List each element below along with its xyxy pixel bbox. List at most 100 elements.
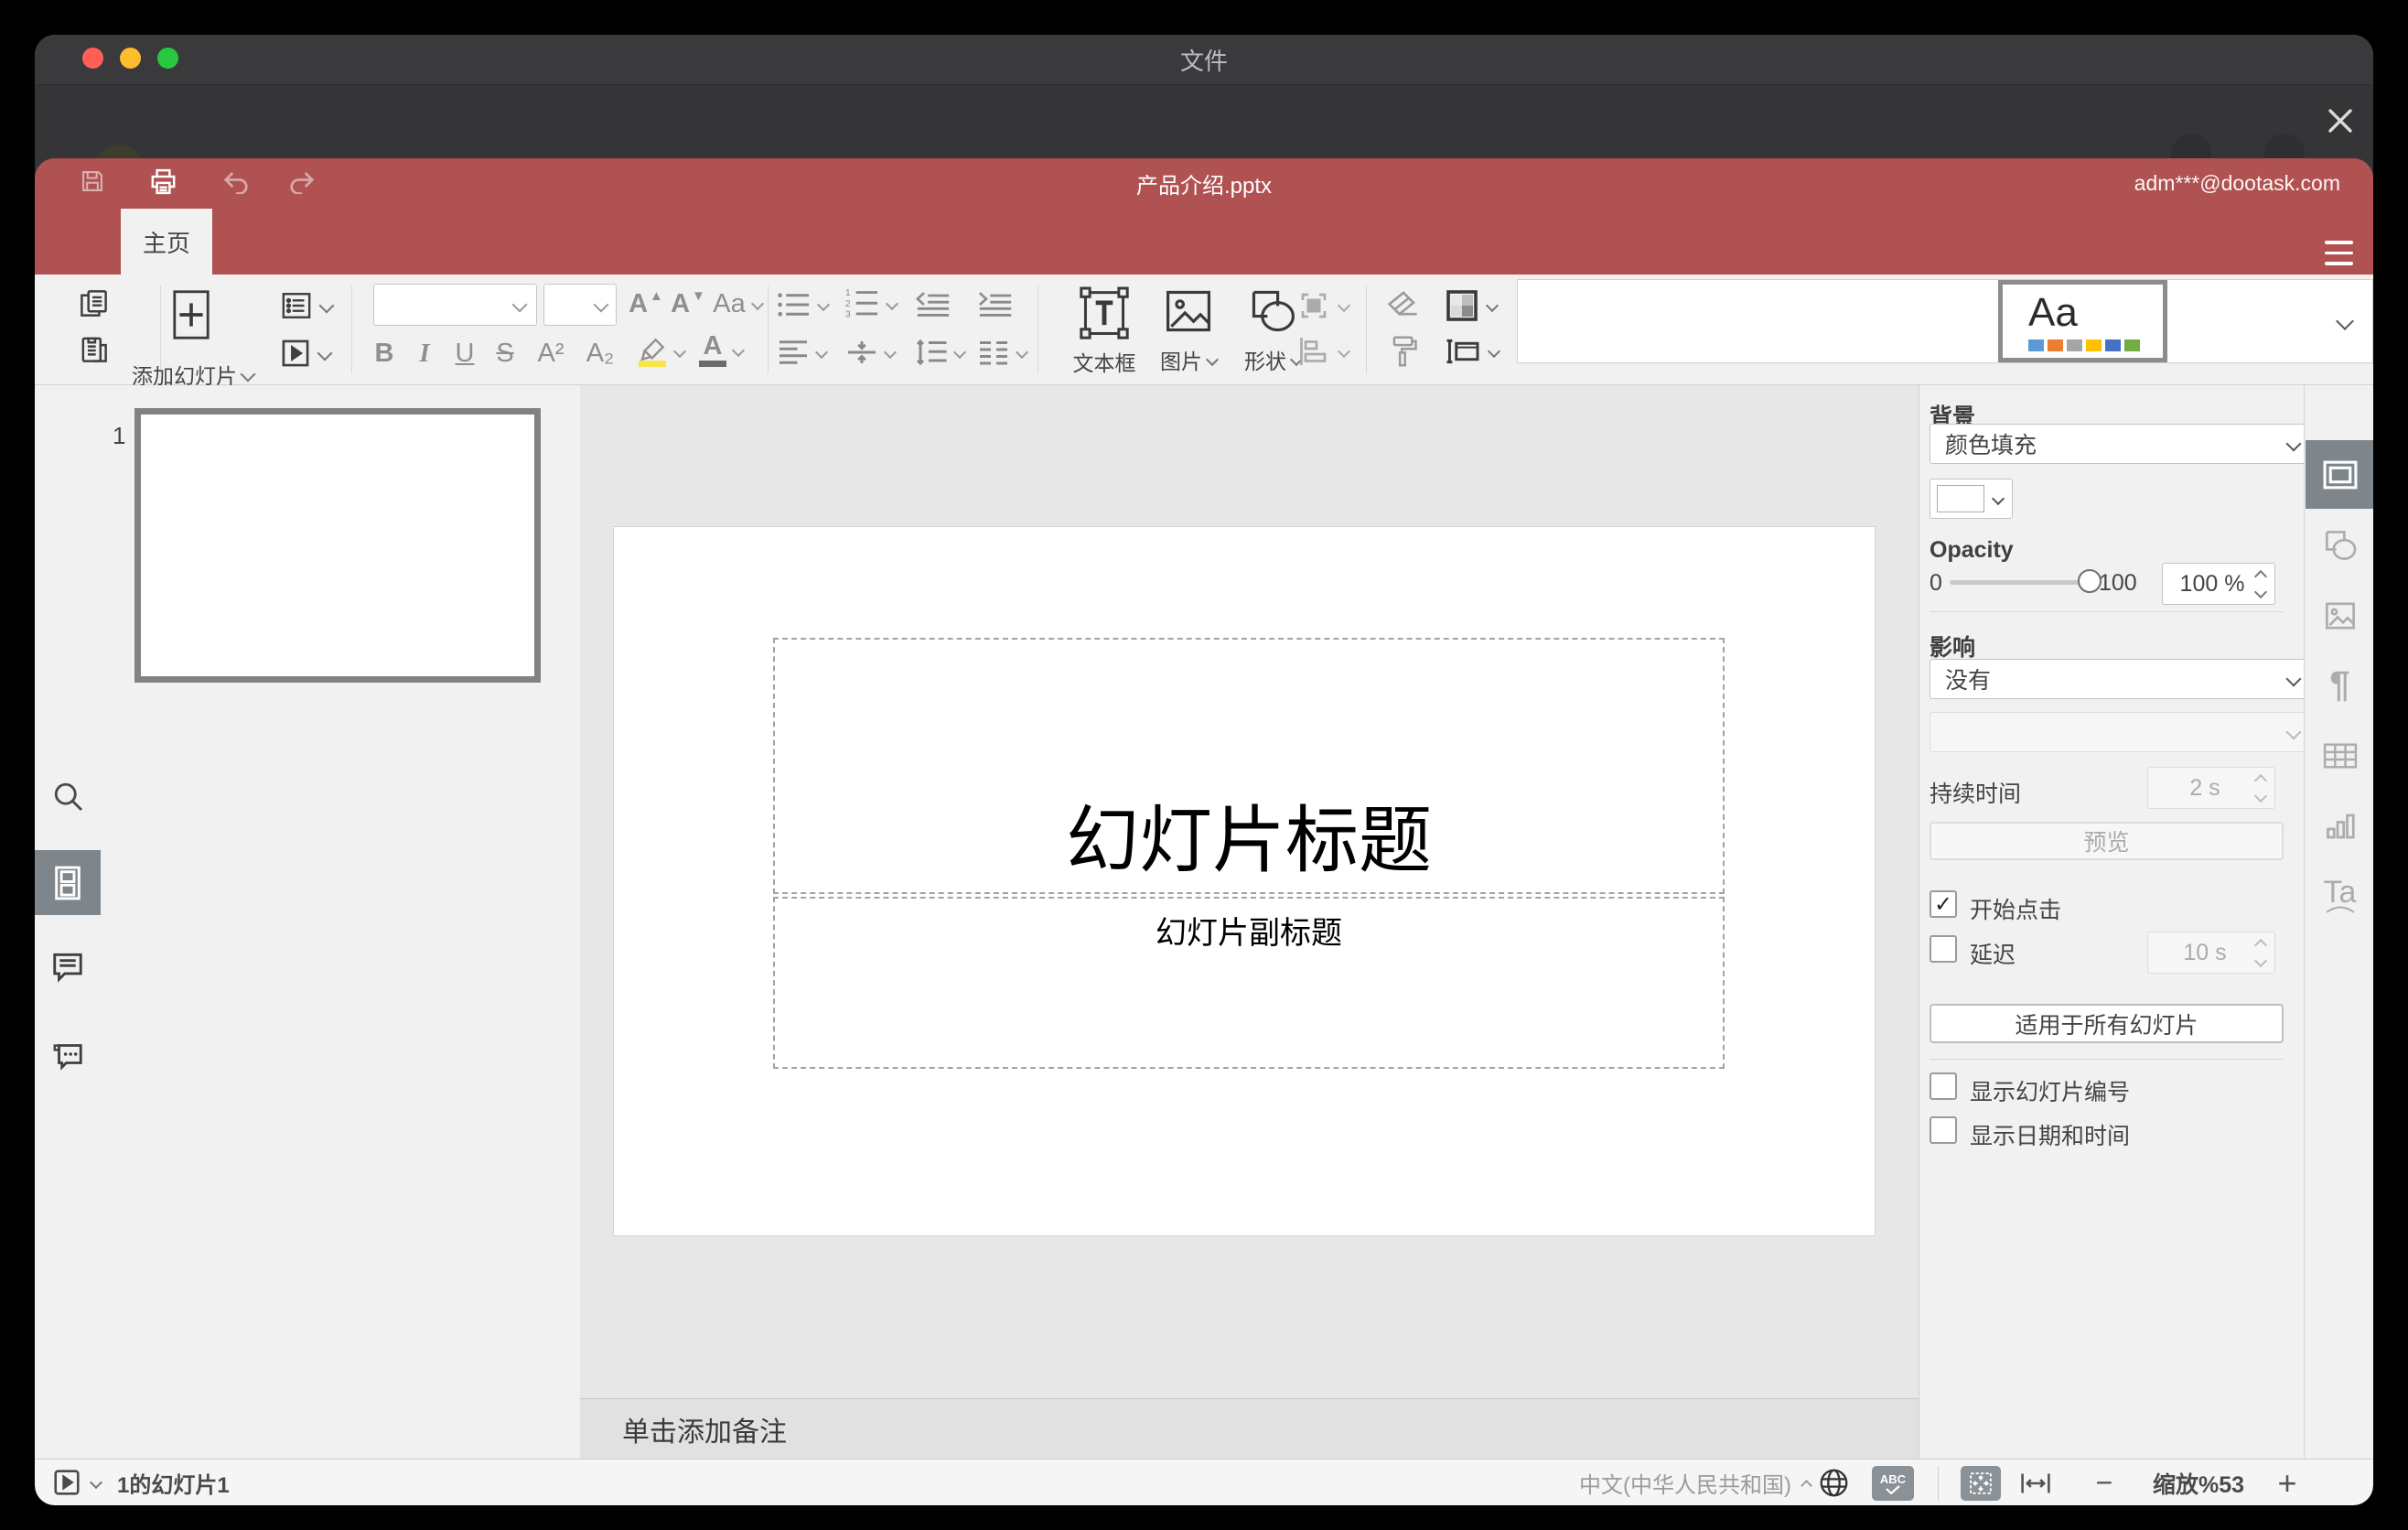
- image-settings-tab[interactable]: [2306, 581, 2373, 650]
- chevron-down-icon: [317, 345, 333, 361]
- delay-checkbox[interactable]: [1930, 935, 1957, 963]
- insert-image-button[interactable]: 图片: [1147, 286, 1230, 375]
- theme-item[interactable]: [1678, 280, 1839, 362]
- spinner-arrows[interactable]: [2253, 768, 2268, 808]
- status-bar: 1的幻灯片1 中文(中华人民共和国) ABC − 缩放%53 +: [35, 1459, 2373, 1505]
- effect-type-select-disabled[interactable]: [1930, 712, 2315, 752]
- textart-settings-tab[interactable]: Ta: [2306, 861, 2373, 930]
- shape-settings-tab[interactable]: [2306, 511, 2373, 579]
- theme-item[interactable]: [2167, 280, 2318, 362]
- subscript-button[interactable]: A₂: [578, 335, 622, 372]
- chart-settings-tab[interactable]: [2306, 792, 2373, 860]
- slide-layout-button[interactable]: [281, 291, 335, 320]
- horizontal-align-button[interactable]: [777, 339, 829, 366]
- strikeout-button[interactable]: S: [489, 335, 521, 372]
- opacity-max: 100: [2099, 570, 2137, 596]
- font-size-select[interactable]: [543, 284, 617, 326]
- theme-item[interactable]: [1838, 280, 1999, 362]
- increase-indent-button[interactable]: [977, 291, 1014, 318]
- effect-select[interactable]: 没有: [1930, 659, 2315, 699]
- slide-title-placeholder[interactable]: 幻灯片标题: [773, 638, 1725, 894]
- preview-button[interactable]: 预览: [1930, 822, 2284, 860]
- chevron-down-icon: [318, 297, 335, 314]
- slide-settings-tab-active[interactable]: [2306, 440, 2373, 509]
- chevron-down-icon: [885, 296, 899, 311]
- zoom-level[interactable]: 缩放%53: [2139, 1460, 2258, 1505]
- show-date-time-checkbox[interactable]: [1930, 1116, 1957, 1144]
- theme-gallery-expand-button[interactable]: [2317, 279, 2373, 363]
- zoom-out-button[interactable]: −: [2086, 1460, 2123, 1505]
- chevron-down-icon: [883, 345, 898, 360]
- numbered-list-button[interactable]: 1 2 3: [845, 287, 899, 320]
- fit-to-width-button[interactable]: [2020, 1471, 2051, 1496]
- slide-subtitle-placeholder[interactable]: 幻灯片副标题: [773, 897, 1725, 1069]
- opacity-slider[interactable]: [1950, 569, 2102, 593]
- document-language-icon[interactable]: [1819, 1468, 1849, 1498]
- text-box-button[interactable]: 文本框: [1063, 286, 1145, 377]
- line-spacing-button[interactable]: [915, 339, 967, 366]
- paste-icon[interactable]: [78, 333, 110, 365]
- arrange-shape-button[interactable]: [1297, 289, 1351, 322]
- theme-color-swatch: [2124, 339, 2140, 351]
- paint-roller-icon[interactable]: [1389, 335, 1420, 368]
- font-decrease-button[interactable]: A ▼: [670, 284, 706, 324]
- font-name-select[interactable]: [373, 284, 537, 326]
- tab-home-active[interactable]: 主页: [121, 209, 212, 275]
- menu-hamburger-icon[interactable]: [2325, 241, 2353, 265]
- search-icon[interactable]: [35, 764, 101, 828]
- slide-thumbnail-selected[interactable]: [134, 408, 541, 683]
- comments-icon[interactable]: [35, 934, 101, 998]
- chevron-down-icon: [731, 343, 746, 357]
- opacity-min: 0: [1930, 570, 1942, 596]
- copy-icon[interactable]: [78, 287, 110, 319]
- opacity-spinner[interactable]: 100 %: [2162, 563, 2275, 605]
- chevron-down-icon: [2336, 312, 2354, 330]
- spinner-arrows[interactable]: [2253, 932, 2268, 973]
- eraser-icon[interactable]: [1386, 289, 1421, 320]
- columns-button[interactable]: [977, 339, 1029, 366]
- start-slideshow-status-button[interactable]: [53, 1469, 103, 1496]
- slides-panel-tab-active[interactable]: [35, 850, 101, 915]
- delay-spinner[interactable]: 10 s: [2147, 932, 2275, 974]
- table-settings-tab[interactable]: [2306, 721, 2373, 790]
- spinner-arrows[interactable]: [2253, 564, 2268, 604]
- slide-size-button[interactable]: [1446, 337, 1501, 366]
- bold-button[interactable]: B: [368, 335, 401, 372]
- background-fill-select[interactable]: 颜色填充: [1930, 424, 2315, 464]
- duration-spinner[interactable]: 2 s: [2147, 767, 2275, 809]
- slide-number-status[interactable]: 1的幻灯片1: [117, 1460, 230, 1505]
- apply-to-all-button[interactable]: 适用于所有幻灯片: [1930, 1004, 2284, 1043]
- dark-subheader: [35, 85, 2373, 158]
- font-color-button[interactable]: A: [699, 333, 746, 367]
- font-increase-button[interactable]: A ▲: [628, 284, 664, 324]
- color-scheme-button[interactable]: [1446, 289, 1500, 322]
- slide-thumbnails-panel: 1: [101, 385, 581, 1459]
- notes-area[interactable]: 单击添加备注: [580, 1398, 1919, 1460]
- language-selector[interactable]: 中文(中华人民共和国): [1579, 1460, 1812, 1505]
- theme-item-selected[interactable]: Aa: [1998, 280, 2167, 362]
- chevron-down-icon: [1205, 352, 1220, 367]
- slide[interactable]: 幻灯片标题 幻灯片副标题: [613, 526, 1876, 1236]
- theme-item[interactable]: [1518, 280, 1679, 362]
- add-slide-icon[interactable]: [172, 289, 210, 340]
- vertical-align-button[interactable]: [845, 339, 898, 366]
- chevron-down-icon: [240, 366, 256, 382]
- align-shape-button[interactable]: [1297, 335, 1351, 368]
- start-slideshow-button[interactable]: [281, 339, 333, 368]
- close-icon[interactable]: [2327, 107, 2354, 135]
- underline-button[interactable]: U: [448, 335, 481, 372]
- show-slide-number-checkbox[interactable]: [1930, 1072, 1957, 1100]
- italic-button[interactable]: I: [408, 335, 441, 372]
- fill-color-swatch-button[interactable]: [1930, 479, 2013, 519]
- paragraph-settings-tab[interactable]: ¶: [2306, 651, 2373, 719]
- change-case-button[interactable]: Aa: [712, 284, 764, 324]
- bullet-list-button[interactable]: [777, 291, 831, 318]
- zoom-in-button[interactable]: +: [2269, 1460, 2306, 1505]
- decrease-indent-button[interactable]: [915, 291, 951, 318]
- fit-to-slide-toggle-active[interactable]: [1961, 1466, 2001, 1501]
- highlight-color-button[interactable]: [639, 335, 687, 367]
- spell-check-toggle-active[interactable]: ABC: [1872, 1466, 1914, 1501]
- chat-icon[interactable]: [35, 1022, 101, 1086]
- superscript-button[interactable]: A²: [529, 335, 573, 372]
- start-on-click-checkbox[interactable]: ✓: [1930, 890, 1957, 918]
